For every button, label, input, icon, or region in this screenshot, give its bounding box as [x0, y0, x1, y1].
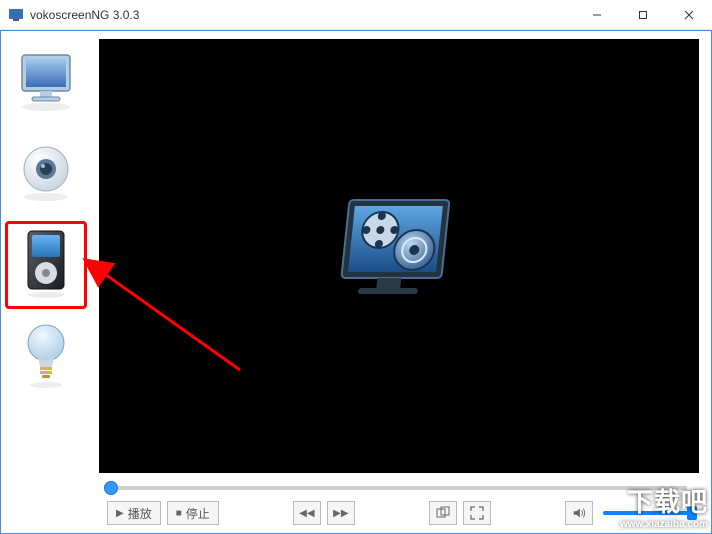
sidebar-item-player[interactable]	[5, 221, 87, 309]
sidebar	[1, 31, 91, 533]
rewind-icon: ◀◀	[299, 508, 314, 519]
watermark: 下载吧 www.xiazaiba.com	[620, 482, 708, 530]
window-controls	[574, 0, 712, 29]
sidebar-item-webcam[interactable]	[5, 129, 87, 217]
lightbulb-icon	[18, 321, 74, 393]
play-button[interactable]: ▶ 播放	[107, 501, 161, 525]
fullscreen-icon	[470, 506, 484, 520]
watermark-url: www.xiazaiba.com	[620, 519, 708, 530]
forward-button[interactable]: ▶▶	[327, 501, 355, 525]
stop-icon: ■	[176, 508, 182, 519]
window-mode-button[interactable]	[429, 501, 457, 525]
watermark-title: 下载吧	[620, 482, 708, 519]
sidebar-item-screen[interactable]	[5, 37, 87, 125]
maximize-button[interactable]	[620, 0, 666, 29]
ipod-icon	[16, 229, 76, 301]
app-icon	[8, 7, 24, 23]
window-title: vokoscreenNG 3.0.3	[30, 8, 574, 22]
video-panel: ▶ 播放 ■ 停止 ◀◀ ▶▶	[91, 31, 711, 533]
preview-logo-icon	[329, 186, 469, 326]
play-icon: ▶	[116, 508, 124, 519]
fullscreen-button[interactable]	[463, 501, 491, 525]
speaker-icon	[572, 506, 586, 520]
seek-slider[interactable]	[107, 479, 691, 497]
monitor-icon	[14, 49, 78, 113]
rewind-button[interactable]: ◀◀	[293, 501, 321, 525]
webcam-icon	[14, 141, 78, 205]
mute-button[interactable]	[565, 501, 593, 525]
video-preview[interactable]	[99, 39, 699, 473]
stop-button[interactable]: ■ 停止	[167, 501, 219, 525]
sidebar-item-misc[interactable]	[5, 313, 87, 401]
play-label: 播放	[128, 505, 152, 522]
titlebar: vokoscreenNG 3.0.3	[0, 0, 712, 30]
overlap-icon	[436, 506, 450, 520]
minimize-button[interactable]	[574, 0, 620, 29]
player-controls: ▶ 播放 ■ 停止 ◀◀ ▶▶	[99, 473, 699, 533]
close-button[interactable]	[666, 0, 712, 29]
forward-icon: ▶▶	[333, 508, 348, 519]
stop-label: 停止	[186, 505, 210, 522]
